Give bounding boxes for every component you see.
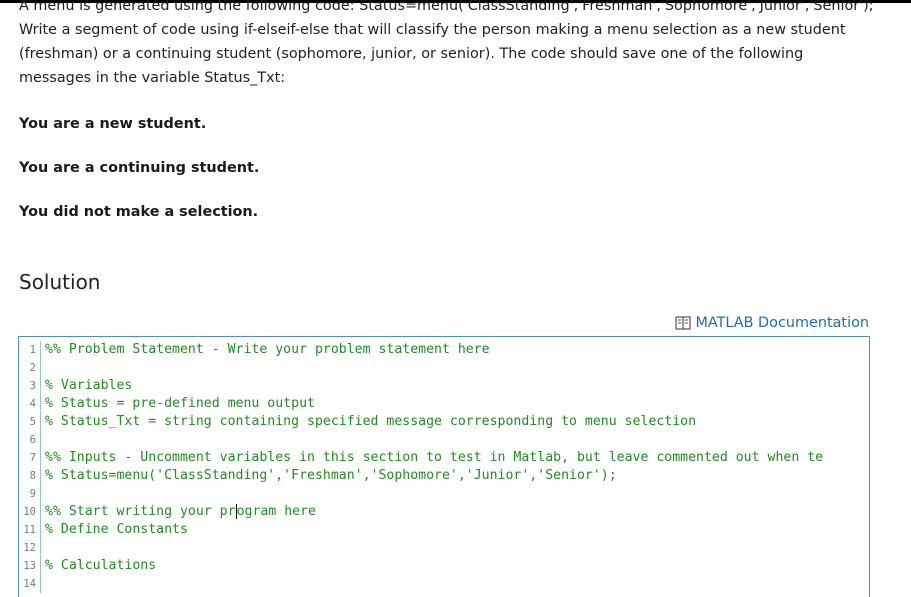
code-line[interactable]: 13% Calculations [19, 557, 869, 575]
line-number: 2 [19, 359, 41, 377]
matlab-documentation-link[interactable]: MATLAB Documentation [675, 313, 869, 333]
code-text[interactable]: % Define Constants [41, 521, 188, 539]
line-number: 4 [19, 395, 41, 413]
code-line[interactable]: 9 [19, 485, 869, 503]
code-line[interactable]: 11% Define Constants [19, 521, 869, 539]
code-editor[interactable]: 1%% Problem Statement - Write your probl… [18, 336, 870, 597]
line-number: 7 [19, 449, 41, 467]
code-text[interactable]: %% Problem Statement - Write your proble… [41, 341, 490, 359]
line-number: 6 [19, 431, 41, 449]
matlab-documentation-label: MATLAB Documentation [695, 315, 869, 331]
line-number: 8 [19, 467, 41, 485]
code-line[interactable]: 2 [19, 359, 869, 377]
line-number: 9 [19, 485, 41, 503]
line-number: 14 [19, 575, 41, 593]
code-line[interactable]: 5% Status_Txt = string containing specif… [19, 413, 869, 431]
line-number: 12 [19, 539, 41, 557]
problem-prompt: A menu is generated using the following … [19, 0, 874, 86]
code-text[interactable]: %% Inputs - Uncomment variables in this … [41, 449, 823, 467]
line-number: 3 [19, 377, 41, 395]
line-number: 10 [19, 503, 41, 521]
code-line[interactable]: 10%% Start writing your program here [19, 503, 869, 521]
line-number: 1 [19, 341, 41, 359]
code-line[interactable]: 4% Status = pre-defined menu output [19, 395, 869, 413]
line-number: 13 [19, 557, 41, 575]
code-line[interactable]: 8% Status=menu('ClassStanding','Freshman… [19, 467, 869, 485]
message-no-selection: You did not make a selection. [19, 204, 259, 220]
code-line[interactable]: 12 [19, 539, 869, 557]
code-text[interactable]: %% Start writing your program here [41, 503, 316, 521]
line-number: 5 [19, 413, 41, 431]
code-text[interactable]: % Calculations [41, 557, 156, 575]
code-line[interactable]: 3% Variables [19, 377, 869, 395]
code-text[interactable]: % Status=menu('ClassStanding','Freshman'… [41, 467, 617, 485]
code-line[interactable]: 1%% Problem Statement - Write your probl… [19, 341, 869, 359]
line-number: 11 [19, 521, 41, 539]
message-new-student: You are a new student. [19, 116, 207, 132]
code-line[interactable]: 14 [19, 575, 869, 593]
code-text[interactable]: % Status = pre-defined menu output [41, 395, 315, 413]
code-line[interactable]: 6 [19, 431, 869, 449]
code-text[interactable]: % Status_Txt = string containing specifi… [41, 413, 696, 431]
book-icon [675, 316, 692, 330]
code-line[interactable]: 7%% Inputs - Uncomment variables in this… [19, 449, 869, 467]
text-cursor [235, 503, 237, 519]
message-continuing-student: You are a continuing student. [19, 160, 260, 176]
solution-heading: Solution [19, 270, 101, 294]
code-text[interactable]: % Variables [41, 377, 132, 395]
